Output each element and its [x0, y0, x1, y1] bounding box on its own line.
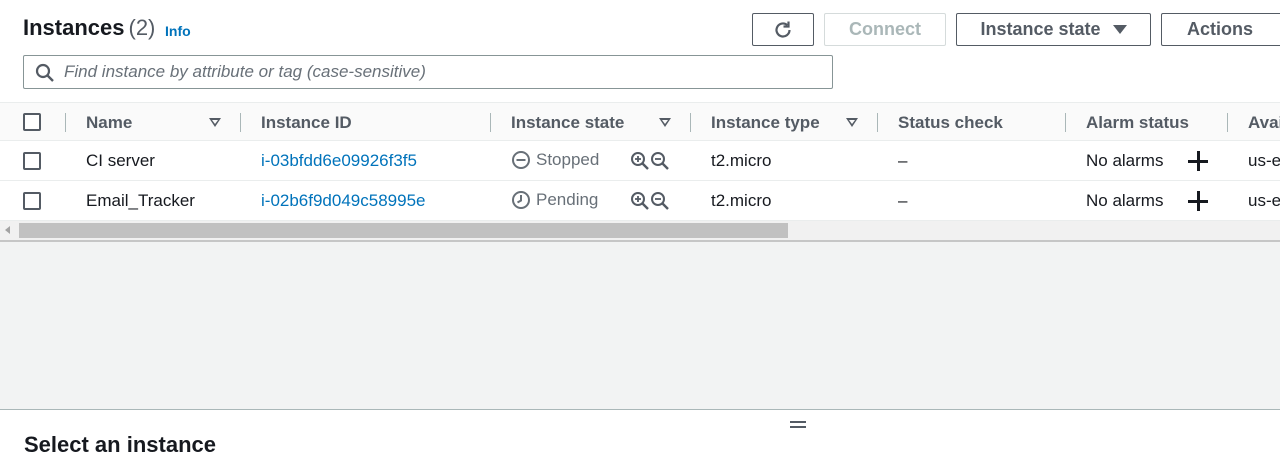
- column-separator[interactable]: [240, 113, 241, 132]
- table-row[interactable]: CI server i-03bfdd6e09926f3f5 Stopped t2…: [0, 141, 1280, 181]
- scrollbar-thumb[interactable]: [19, 223, 788, 238]
- column-header-status-check[interactable]: Status check: [898, 113, 1003, 133]
- availability-zone: us-e: [1248, 191, 1280, 210]
- horizontal-scrollbar[interactable]: [0, 221, 1280, 240]
- zoom-in-icon[interactable]: [630, 151, 650, 171]
- caret-down-icon: [1112, 25, 1127, 34]
- pending-clock-icon: [512, 191, 530, 209]
- column-header-instance-type[interactable]: Instance type: [711, 113, 820, 133]
- detail-panel-title: Select an instance: [24, 432, 216, 457]
- column-header-instance-id[interactable]: Instance ID: [261, 113, 352, 133]
- instance-type: t2.micro: [711, 151, 772, 170]
- select-all-checkbox[interactable]: [23, 113, 41, 131]
- add-alarm-icon[interactable]: [1187, 150, 1209, 172]
- search-input[interactable]: [64, 60, 824, 84]
- instance-state-text: Pending: [536, 190, 599, 209]
- sort-icon[interactable]: [659, 118, 671, 127]
- instance-id-link[interactable]: i-02b6f9d049c58995e: [261, 191, 425, 211]
- alarm-status: No alarms: [1086, 151, 1164, 170]
- table-empty-area: [0, 242, 1280, 409]
- connect-label: Connect: [849, 19, 921, 39]
- instance-state-text: Stopped: [536, 150, 600, 169]
- instance-state-dropdown[interactable]: Instance state: [956, 13, 1151, 46]
- instance-name: CI server: [86, 151, 155, 170]
- table-header: Name Instance ID Instance state Instance…: [0, 102, 1280, 141]
- page-title-text: Instances: [23, 15, 125, 40]
- connect-button[interactable]: Connect: [824, 13, 946, 46]
- column-header-availability-zone[interactable]: Avai: [1248, 113, 1280, 133]
- sort-icon[interactable]: [846, 118, 858, 127]
- column-separator[interactable]: [1227, 113, 1228, 132]
- column-separator[interactable]: [690, 113, 691, 132]
- resize-handle-icon[interactable]: [790, 420, 806, 430]
- status-check: –: [898, 151, 908, 170]
- status-check: –: [898, 191, 908, 210]
- column-separator[interactable]: [877, 113, 878, 132]
- zoom-controls: [630, 151, 670, 171]
- availability-zone: us-e: [1248, 151, 1280, 170]
- row-checkbox[interactable]: [23, 152, 41, 170]
- actions-label: Actions: [1187, 19, 1254, 39]
- refresh-icon: [775, 21, 791, 38]
- add-alarm-icon[interactable]: [1187, 190, 1209, 212]
- column-header-name[interactable]: Name: [86, 113, 132, 133]
- zoom-out-icon[interactable]: [650, 191, 670, 211]
- instance-state: Pending: [511, 190, 598, 210]
- sort-icon[interactable]: [209, 118, 221, 127]
- zoom-controls: [630, 191, 670, 211]
- instance-state-label: Instance state: [980, 19, 1101, 39]
- actions-dropdown[interactable]: Actions: [1161, 13, 1280, 46]
- instance-type: t2.micro: [711, 191, 772, 210]
- instance-state: Stopped: [511, 150, 599, 170]
- row-checkbox[interactable]: [23, 192, 41, 210]
- page-title: Instances (2): [23, 15, 155, 41]
- search-bar[interactable]: [23, 55, 833, 89]
- scroll-left-icon[interactable]: [5, 226, 10, 234]
- zoom-out-icon[interactable]: [650, 151, 670, 171]
- instance-count: (2): [128, 15, 156, 40]
- zoom-in-icon[interactable]: [630, 191, 650, 211]
- info-link[interactable]: Info: [165, 23, 191, 39]
- search-icon: [35, 63, 54, 82]
- alarm-status: No alarms: [1086, 191, 1164, 210]
- column-separator[interactable]: [490, 113, 491, 132]
- stopped-icon: [512, 151, 530, 169]
- instance-name: Email_Tracker: [86, 191, 195, 210]
- instance-id-link[interactable]: i-03bfdd6e09926f3f5: [261, 151, 417, 171]
- column-separator: [65, 113, 66, 132]
- column-header-instance-state[interactable]: Instance state: [511, 113, 624, 133]
- detail-panel: Select an instance: [0, 409, 1280, 475]
- ec2-instances-page: Instances (2) Info Connect Instance state…: [0, 0, 1280, 475]
- table-row[interactable]: Email_Tracker i-02b6f9d049c58995e Pendin…: [0, 181, 1280, 221]
- column-separator[interactable]: [1065, 113, 1066, 132]
- column-header-alarm-status[interactable]: Alarm status: [1086, 113, 1189, 133]
- refresh-button[interactable]: [752, 13, 814, 46]
